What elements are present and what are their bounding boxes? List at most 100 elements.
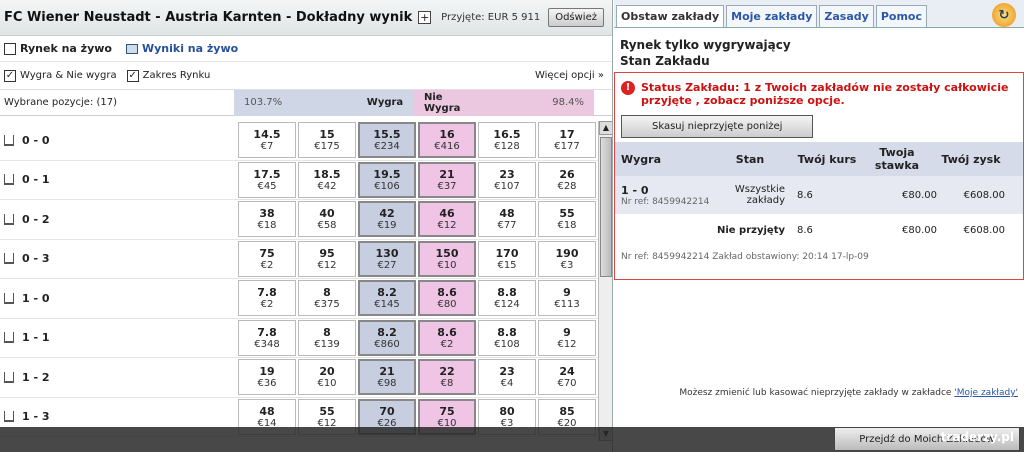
lay-odds-cell[interactable]: 17 €177 bbox=[538, 122, 596, 159]
lay-odds-cell[interactable]: 8.6 €80 bbox=[418, 280, 476, 317]
chart-icon[interactable] bbox=[4, 411, 14, 423]
lay-odds-cell[interactable]: 26 €28 bbox=[538, 161, 596, 198]
back-odds-cell[interactable]: 95 €12 bbox=[298, 240, 356, 277]
live-market-link[interactable]: Rynek na żywo bbox=[4, 42, 112, 55]
score-label: 0 - 3 bbox=[0, 252, 238, 265]
odds-stake: €58 bbox=[317, 220, 337, 232]
odds-value: 170 bbox=[495, 246, 519, 260]
warning-icon: ! bbox=[621, 81, 635, 95]
tab-my-bets[interactable]: Moje zakłady bbox=[726, 5, 818, 27]
live-results-link[interactable]: Wyniki na żywo bbox=[125, 42, 238, 55]
odds-value: 80 bbox=[499, 404, 515, 418]
cancel-unmatched-button[interactable]: Skasuj nieprzyjęte poniżej bbox=[621, 115, 814, 138]
win-nowin-checkbox[interactable]: ✓ bbox=[4, 69, 16, 82]
lay-odds-cell[interactable]: 46 €12 bbox=[418, 201, 476, 238]
lay-odds-cell[interactable]: 23 €4 bbox=[478, 359, 536, 396]
back-odds-cell[interactable]: 18.5 €42 bbox=[298, 161, 356, 198]
back-odds-cell[interactable]: 17.5 €45 bbox=[238, 161, 296, 198]
odds-stake: €348 bbox=[254, 338, 280, 350]
lay-odds-cell[interactable]: 150 €10 bbox=[418, 240, 476, 277]
back-odds-cell[interactable]: 21 €98 bbox=[358, 359, 416, 396]
back-odds-cell[interactable]: 40 €58 bbox=[298, 201, 356, 238]
market-range-toggle[interactable]: ✓ Zakres Rynku bbox=[126, 69, 210, 82]
tab-help[interactable]: Pomoc bbox=[875, 5, 927, 27]
tab-place-bets[interactable]: Obstaw zakłady bbox=[616, 5, 725, 27]
odds-value: 8 bbox=[323, 286, 331, 300]
back-odds-cell[interactable]: 15.5 €234 bbox=[358, 122, 416, 159]
back-odds-cell[interactable]: 8.2 €145 bbox=[358, 280, 416, 317]
back-odds-cell[interactable]: 8 €375 bbox=[298, 280, 356, 317]
live-toolbar: Rynek na żywo Wyniki na żywo bbox=[0, 36, 612, 62]
help-text: Możesz zmienić lub kasować nieprzyjęte z… bbox=[679, 388, 955, 398]
back-odds-cell[interactable]: 7.8 €348 bbox=[238, 319, 296, 356]
more-options-link[interactable]: Więcej opcji » bbox=[535, 70, 604, 81]
chart-icon[interactable] bbox=[4, 332, 14, 344]
refresh-badge-icon[interactable]: ↻ bbox=[992, 3, 1016, 27]
odds-stake: €416 bbox=[434, 141, 460, 153]
back-odds-cell[interactable]: 19.5 €106 bbox=[358, 161, 416, 198]
odds-value: 8.2 bbox=[377, 325, 397, 339]
refresh-button[interactable]: Odśwież bbox=[548, 8, 604, 27]
lay-odds-cell[interactable]: 16 €416 bbox=[418, 122, 476, 159]
lay-odds-cell[interactable]: 24 €70 bbox=[538, 359, 596, 396]
lay-odds-cell[interactable]: 9 €12 bbox=[538, 319, 596, 356]
lay-odds-cell[interactable]: 8.6 €2 bbox=[418, 319, 476, 356]
lay-odds-cell[interactable]: 48 €77 bbox=[478, 201, 536, 238]
lay-header: Nie Wygra bbox=[414, 89, 474, 116]
tab-rules[interactable]: Zasady bbox=[819, 5, 874, 27]
market-range-checkbox[interactable]: ✓ bbox=[126, 69, 139, 82]
lay-odds-cell[interactable]: 190 €3 bbox=[538, 240, 596, 277]
grid-scrollbar[interactable]: ▲ ▼ bbox=[598, 121, 612, 441]
scroll-thumb[interactable] bbox=[600, 137, 612, 277]
lay-odds-cell[interactable]: 22 €8 bbox=[418, 359, 476, 396]
back-odds-cell[interactable]: 8 €139 bbox=[298, 319, 356, 356]
back-odds-cell[interactable]: 130 €27 bbox=[358, 240, 416, 277]
back-odds-cell[interactable]: 19 €36 bbox=[238, 359, 296, 396]
back-odds-cell[interactable]: 8.2 €860 bbox=[358, 319, 416, 356]
odds-value: 15.5 bbox=[373, 128, 401, 142]
back-odds-cell[interactable]: 38 €18 bbox=[238, 201, 296, 238]
lay-odds-cell[interactable]: 8.8 €124 bbox=[478, 280, 536, 317]
back-odds-cell[interactable]: 20 €10 bbox=[298, 359, 356, 396]
lay-odds-cell[interactable]: 9 €113 bbox=[538, 280, 596, 317]
bet-stake: €80.00 bbox=[902, 189, 937, 201]
lay-odds-cell[interactable]: 8.8 €108 bbox=[478, 319, 536, 356]
back-odds-cell[interactable]: 42 €19 bbox=[358, 201, 416, 238]
odds-value: 95 bbox=[319, 246, 335, 260]
col-stake: Twoja stawka bbox=[874, 146, 920, 172]
odds-stake: €113 bbox=[554, 299, 580, 311]
lay-odds-cell[interactable]: 23 €107 bbox=[478, 161, 536, 198]
odds-value: 26 bbox=[559, 167, 575, 181]
lay-odds-cell[interactable]: 170 €15 bbox=[478, 240, 536, 277]
odds-value: 55 bbox=[319, 404, 335, 418]
odds-value: 8 bbox=[323, 325, 331, 339]
odds-value: 75 bbox=[259, 246, 275, 260]
odds-value: 22 bbox=[439, 365, 455, 379]
my-bets-link[interactable]: 'Moje zakłady' bbox=[954, 388, 1018, 398]
odds-stake: €128 bbox=[494, 141, 520, 153]
lay-odds-cell[interactable]: 16.5 €128 bbox=[478, 122, 536, 159]
odds-value: 18.5 bbox=[313, 167, 341, 181]
chart-icon[interactable] bbox=[4, 292, 14, 304]
win-nowin-toggle[interactable]: ✓ Wygra & Nie wygra bbox=[4, 69, 117, 82]
market-row: 1 - 2 19 €36 20 €10 21 €98 22 €8 23 €4 24 €70 bbox=[0, 358, 598, 398]
back-odds-cell[interactable]: 7.8 €2 bbox=[238, 280, 296, 317]
bet-state: Nie przyjęty bbox=[717, 224, 785, 236]
chart-icon[interactable] bbox=[4, 134, 14, 146]
back-odds-cell[interactable]: 15 €175 bbox=[298, 122, 356, 159]
back-odds-cell[interactable]: 75 €2 bbox=[238, 240, 296, 277]
odds-stake: €36 bbox=[257, 378, 277, 390]
bet-profit: €608.00 bbox=[963, 189, 1005, 201]
chart-icon[interactable] bbox=[4, 213, 14, 225]
odds-value: 23 bbox=[499, 365, 515, 379]
expand-plus-button[interactable]: + bbox=[418, 11, 432, 24]
chart-icon[interactable] bbox=[4, 253, 14, 265]
lay-odds-cell[interactable]: 21 €37 bbox=[418, 161, 476, 198]
score-text: 1 - 3 bbox=[22, 410, 50, 424]
lay-odds-cell[interactable]: 55 €18 bbox=[538, 201, 596, 238]
chart-icon[interactable] bbox=[4, 174, 14, 186]
scroll-up-icon[interactable]: ▲ bbox=[599, 121, 612, 135]
odds-value: 85 bbox=[559, 404, 575, 418]
back-odds-cell[interactable]: 14.5 €7 bbox=[238, 122, 296, 159]
chart-icon[interactable] bbox=[4, 371, 14, 383]
